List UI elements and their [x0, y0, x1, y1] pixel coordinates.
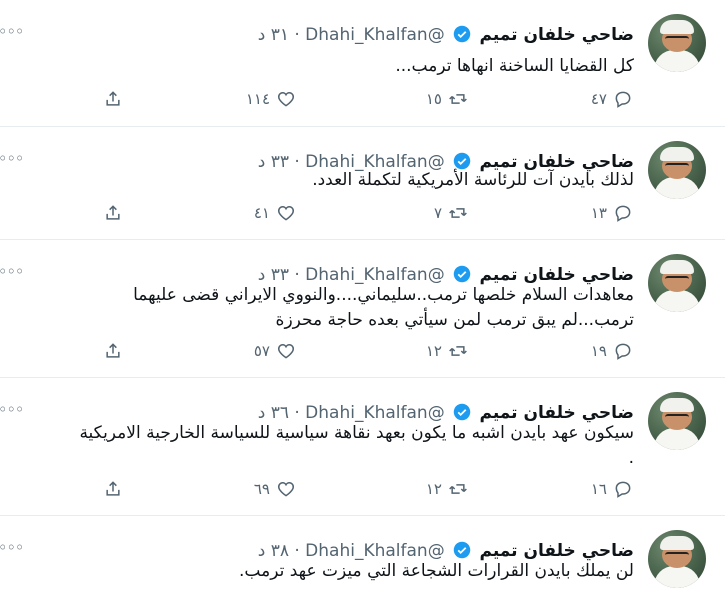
share-icon [106, 91, 120, 106]
retweet-button[interactable]: ٧ [434, 203, 468, 223]
more-options-icon[interactable]: ◦◦◦ [0, 22, 24, 41]
retweet-count: ١٢ [425, 342, 442, 360]
retweet-icon [449, 484, 467, 494]
author-name[interactable]: ضاحي خلفان تميم [480, 265, 634, 285]
separator-dot: · [294, 152, 300, 172]
author-name[interactable]: ضاحي خلفان تميم [480, 541, 634, 561]
tweet-text-line: سيكون عهد بايدن اشبه ما يكون بعهد نقاهة … [79, 423, 634, 443]
reply-icon [615, 91, 631, 108]
tweet-header: ضاحي خلفان تميم @Dhahi_Khalfan · ٣١ د [258, 24, 634, 46]
tweet-text-line: كل القضايا الساخنة انهاها ترمب... [395, 56, 634, 76]
tweet[interactable]: ◦◦◦ ضاحي خلفان تميم @Dhahi_Khalfan · ٣٨ … [0, 516, 725, 593]
author-name[interactable]: ضاحي خلفان تميم [480, 25, 634, 45]
tweet-text-line: لن يملك بايدن القرارات الشجاعة التي ميزت… [239, 561, 634, 581]
tweet-actions: ١٣ ٧ ٤١ [0, 203, 725, 229]
author-handle[interactable]: @Dhahi_Khalfan [305, 403, 445, 423]
tweet-actions: ٤٧ ١٥ ١١٤ [0, 89, 725, 115]
retweet-button[interactable]: ١٢ [426, 341, 468, 361]
tweet-time[interactable]: ٣٨ د [258, 541, 289, 561]
verified-badge-icon [453, 265, 471, 283]
verified-badge-icon [453, 25, 471, 43]
tweet[interactable]: ◦◦◦ ضاحي خلفان تميم @Dhahi_Khalfan · ٣٦ … [0, 378, 725, 516]
tweet-text: لن يملك بايدن القرارات الشجاعة التي ميزت… [239, 559, 634, 584]
like-count: ٥٧ [253, 342, 270, 360]
retweet-icon [449, 94, 467, 104]
retweet-count: ١٥ [425, 90, 442, 108]
reply-button[interactable]: ١٣ [591, 203, 633, 223]
separator-dot: · [294, 403, 300, 423]
like-button[interactable]: ٦٩ [254, 479, 296, 499]
retweet-icon [449, 346, 467, 356]
reply-button[interactable]: ١٩ [591, 341, 633, 361]
reply-button[interactable]: ١٦ [591, 479, 633, 499]
retweet-icon [449, 208, 467, 218]
author-handle[interactable]: @Dhahi_Khalfan [305, 265, 445, 285]
more-options-icon[interactable]: ◦◦◦ [0, 262, 24, 281]
tweet-time[interactable]: ٣٣ د [258, 265, 289, 285]
tweet-time[interactable]: ٣٣ د [258, 152, 289, 172]
like-count: ٦٩ [253, 480, 270, 498]
heart-icon [277, 481, 295, 497]
reply-icon [615, 481, 631, 498]
verified-badge-icon [453, 541, 471, 559]
more-options-icon[interactable]: ◦◦◦ [0, 149, 24, 168]
tweet-text: سيكون عهد بايدن اشبه ما يكون بعهد نقاهة … [79, 421, 634, 471]
tweet[interactable]: ◦◦◦ ضاحي خلفان تميم @Dhahi_Khalfan · ٣١ … [0, 0, 725, 127]
reply-count: ١٦ [590, 480, 607, 498]
avatar[interactable] [648, 254, 706, 312]
share-icon [106, 205, 120, 220]
author-name[interactable]: ضاحي خلفان تميم [480, 403, 634, 423]
avatar[interactable] [648, 14, 706, 72]
reply-button[interactable]: ٤٧ [591, 89, 633, 109]
separator-dot: · [294, 265, 300, 285]
reply-icon [615, 205, 631, 222]
heart-icon [277, 205, 295, 221]
like-button[interactable]: ١١٤ [246, 89, 296, 109]
tweet-actions: ١٩ ١٢ ٥٧ [0, 341, 725, 367]
share-button[interactable] [103, 341, 123, 361]
like-button[interactable]: ٤١ [254, 203, 296, 223]
like-count: ١١٤ [245, 90, 270, 108]
tweet-actions: ١٦ ١٢ ٦٩ [0, 479, 725, 505]
tweet-text: كل القضايا الساخنة انهاها ترمب... [395, 54, 634, 79]
tweet-text: لذلك بايدن آت للرئاسة الأمريكية لتكملة ا… [312, 168, 634, 193]
tweet-text-line: لذلك بايدن آت للرئاسة الأمريكية لتكملة ا… [312, 170, 634, 190]
share-button[interactable] [103, 89, 123, 109]
heart-icon [277, 91, 295, 107]
reply-icon [615, 343, 631, 360]
avatar[interactable] [648, 392, 706, 450]
tweet-text-line: معاهدات السلام خلصها ترمب..سليماني....وا… [133, 285, 634, 305]
tweet-time[interactable]: ٣٦ د [258, 403, 289, 423]
verified-badge-icon [453, 403, 471, 421]
reply-count: ١٣ [590, 204, 607, 222]
retweet-button[interactable]: ١٢ [426, 479, 468, 499]
tweet-time[interactable]: ٣١ د [258, 25, 289, 45]
more-options-icon[interactable]: ◦◦◦ [0, 400, 24, 419]
avatar[interactable] [648, 530, 706, 588]
retweet-count: ١٢ [425, 480, 442, 498]
tweet-text-line: ترمب...لم يبق ترمب لمن سيأتي بعده حاجة م… [275, 310, 634, 330]
more-options-icon[interactable]: ◦◦◦ [0, 538, 24, 557]
share-icon [106, 343, 120, 358]
retweet-count: ٧ [433, 204, 442, 222]
author-handle[interactable]: @Dhahi_Khalfan [305, 25, 445, 45]
share-button[interactable] [103, 479, 123, 499]
tweet[interactable]: ◦◦◦ ضاحي خلفان تميم @Dhahi_Khalfan · ٣٣ … [0, 127, 725, 240]
retweet-button[interactable]: ١٥ [426, 89, 468, 109]
reply-count: ١٩ [590, 342, 607, 360]
share-icon [106, 481, 120, 496]
separator-dot: · [294, 25, 300, 45]
tweet-text-line: . [628, 448, 634, 468]
separator-dot: · [294, 541, 300, 561]
share-button[interactable] [103, 203, 123, 223]
like-button[interactable]: ٥٧ [254, 341, 296, 361]
avatar[interactable] [648, 141, 706, 199]
tweet-text: معاهدات السلام خلصها ترمب..سليماني....وا… [133, 283, 634, 333]
tweet[interactable]: ◦◦◦ ضاحي خلفان تميم @Dhahi_Khalfan · ٣٣ … [0, 240, 725, 378]
author-handle[interactable]: @Dhahi_Khalfan [305, 541, 445, 561]
reply-count: ٤٧ [590, 90, 607, 108]
heart-icon [277, 343, 295, 359]
like-count: ٤١ [253, 204, 270, 222]
